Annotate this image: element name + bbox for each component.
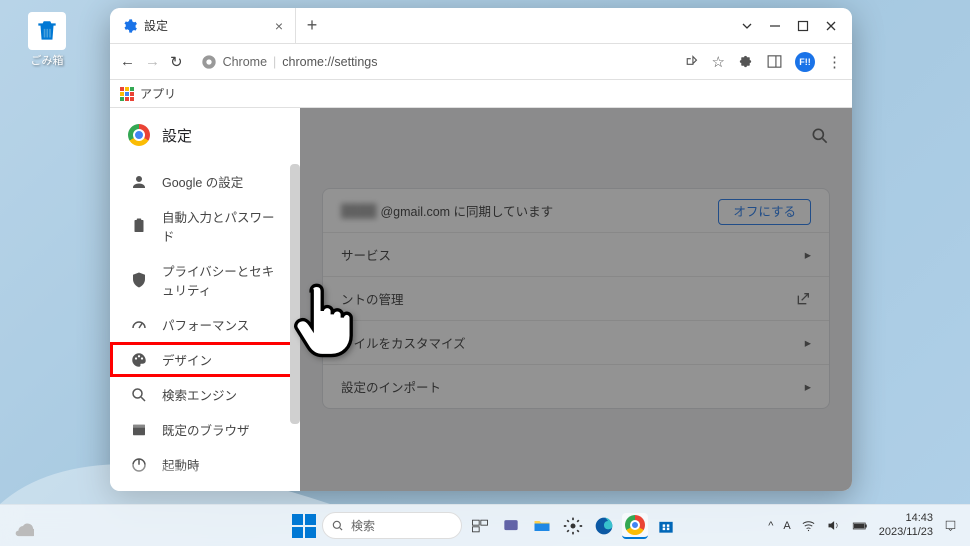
- window-maximize-button[interactable]: [796, 19, 810, 33]
- clipboard-icon: [130, 217, 148, 235]
- sidebar-item-google[interactable]: Google の設定: [110, 164, 300, 199]
- taskbar-center: 検索: [291, 512, 679, 539]
- bookmark-star-icon[interactable]: ☆: [712, 53, 725, 71]
- settings-main: ████ @gmail.com に同期しています オフにする サービス ▸ ント…: [300, 108, 852, 491]
- apps-label[interactable]: アプリ: [140, 85, 176, 102]
- chrome-menu-icon[interactable]: ⋮: [827, 53, 842, 71]
- chat-icon[interactable]: [498, 513, 524, 539]
- tab-title: 設定: [144, 17, 168, 34]
- browser-tab[interactable]: 設定 ×: [110, 8, 296, 43]
- bookmarks-bar: アプリ: [110, 80, 852, 108]
- desktop-recycle-bin[interactable]: ごみ箱: [28, 12, 66, 68]
- windows-taskbar: 検索 ^ A 14:43 2023/11/23: [0, 504, 970, 546]
- share-icon[interactable]: [683, 53, 700, 70]
- sidebar-item-design[interactable]: デザイン: [110, 342, 300, 377]
- apps-grid-icon[interactable]: [120, 87, 134, 101]
- new-tab-button[interactable]: +: [296, 8, 328, 43]
- titlebar: 設定 × +: [110, 8, 852, 44]
- notifications-icon[interactable]: [943, 518, 958, 533]
- nav-forward-button: →: [145, 53, 160, 70]
- sidebar-title: 設定: [162, 125, 192, 146]
- chrome-taskbar-icon[interactable]: [622, 513, 648, 539]
- wallpaper-curve: [0, 394, 330, 504]
- explorer-icon[interactable]: [529, 513, 555, 539]
- dim-overlay: [300, 108, 852, 491]
- chrome-security-icon: [201, 54, 217, 70]
- nav-reload-button[interactable]: ↻: [170, 53, 183, 71]
- browser-toolbar: ← → ↻ Chrome | chrome://settings ☆ F!! ⋮: [110, 44, 852, 80]
- start-button[interactable]: [291, 513, 317, 539]
- sidebar-item-performance[interactable]: パフォーマンス: [110, 307, 300, 342]
- address-path: chrome://settings: [282, 55, 377, 69]
- recycle-bin-label: ごみ箱: [28, 52, 66, 68]
- address-bar[interactable]: Chrome | chrome://settings: [193, 54, 673, 70]
- ime-indicator[interactable]: A: [783, 520, 790, 532]
- side-panel-icon[interactable]: [766, 53, 783, 70]
- palette-icon: [130, 351, 148, 369]
- sidebar-item-autofill[interactable]: 自動入力とパスワード: [110, 199, 300, 253]
- extensions-icon[interactable]: [737, 53, 754, 70]
- tray-date: 2023/11/23: [879, 526, 933, 539]
- sidebar-scrollbar[interactable]: [290, 164, 300, 424]
- tray-clock[interactable]: 14:43 2023/11/23: [879, 512, 933, 538]
- recycle-bin-icon: [28, 12, 66, 50]
- sidebar-item-label: パフォーマンス: [162, 315, 249, 334]
- task-view-icon[interactable]: [467, 513, 493, 539]
- speedometer-icon: [130, 316, 148, 334]
- sidebar-item-label: 自動入力とパスワード: [162, 207, 284, 245]
- shield-icon: [130, 271, 148, 289]
- edge-icon[interactable]: [591, 513, 617, 539]
- address-scheme: Chrome: [223, 55, 267, 69]
- system-tray: ^ A 14:43 2023/11/23: [768, 512, 958, 538]
- tab-favicon-settings-icon: [122, 18, 138, 34]
- tab-close-icon[interactable]: ×: [275, 18, 283, 34]
- battery-icon[interactable]: [851, 517, 869, 535]
- chrome-logo-icon: [128, 124, 150, 146]
- sidebar-item-label: デザイン: [162, 350, 212, 369]
- tray-time: 14:43: [879, 512, 933, 525]
- sidebar-header: 設定: [110, 108, 300, 164]
- settings-icon[interactable]: [560, 513, 586, 539]
- chevron-down-icon[interactable]: [740, 19, 754, 33]
- weather-widget-icon[interactable]: [12, 515, 34, 537]
- taskbar-search[interactable]: 検索: [322, 512, 462, 539]
- search-placeholder: 検索: [351, 517, 375, 534]
- tray-chevron-icon[interactable]: ^: [768, 520, 773, 532]
- volume-icon[interactable]: [826, 518, 841, 533]
- wifi-icon[interactable]: [801, 518, 816, 533]
- store-icon[interactable]: [653, 513, 679, 539]
- window-minimize-button[interactable]: [768, 19, 782, 33]
- window-close-button[interactable]: [824, 19, 838, 33]
- nav-back-button[interactable]: ←: [120, 53, 135, 70]
- sidebar-item-label: Google の設定: [162, 172, 243, 191]
- profile-avatar[interactable]: F!!: [795, 52, 815, 72]
- sidebar-item-privacy[interactable]: プライバシーとセキュリティ: [110, 253, 300, 307]
- person-icon: [130, 173, 148, 191]
- sidebar-item-label: プライバシーとセキュリティ: [162, 261, 284, 299]
